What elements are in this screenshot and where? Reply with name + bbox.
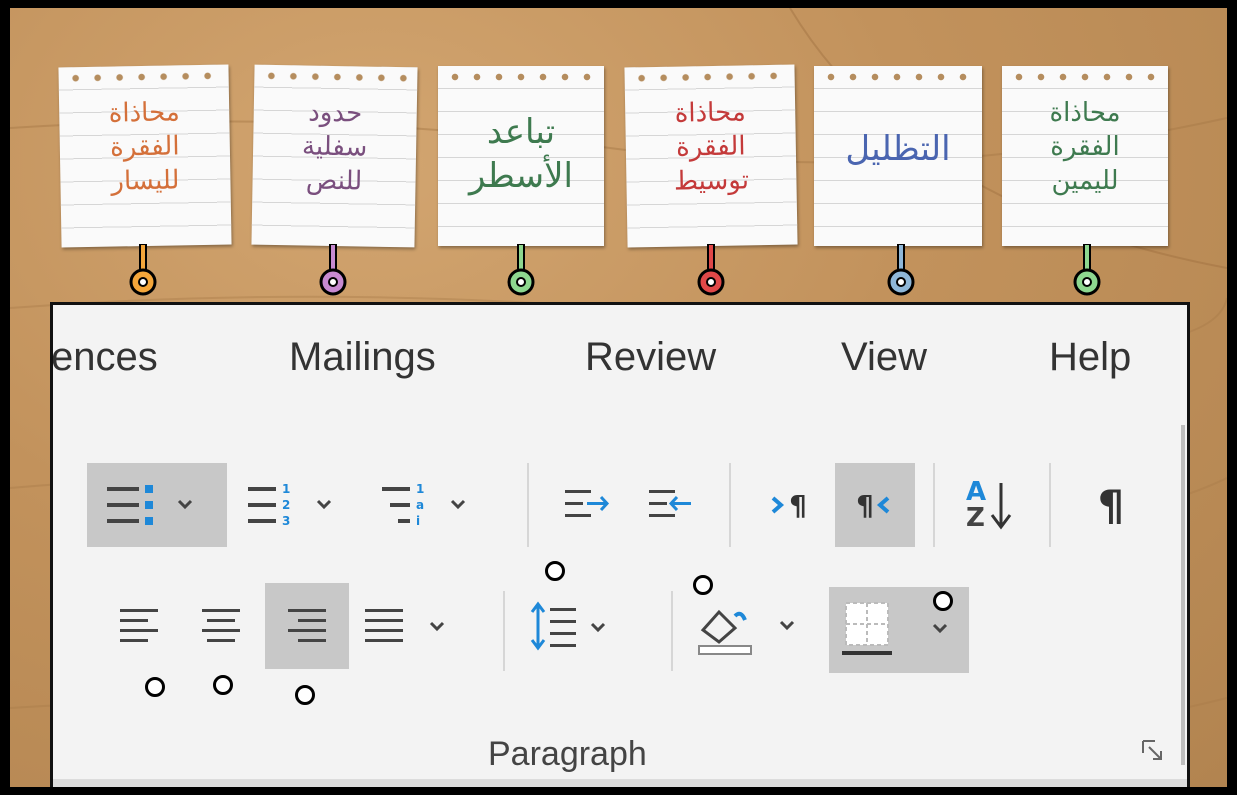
note-holes	[1008, 72, 1162, 82]
pin-red	[697, 244, 725, 296]
separator	[933, 463, 935, 547]
note-holes	[260, 70, 412, 84]
ribbon-scrollbar[interactable]	[1181, 425, 1185, 765]
note-holes	[630, 70, 789, 84]
line-spacing-button[interactable]	[519, 583, 629, 669]
separator	[729, 463, 731, 547]
sort-a-label: A	[965, 477, 987, 507]
annotation-ring	[213, 675, 233, 695]
pin-orange	[129, 244, 157, 296]
note-align-right: محاذاة الفقرة لليمين	[1002, 66, 1168, 246]
line-spacing-icon	[530, 601, 606, 651]
show-hide-marks-button[interactable]: ¶	[1071, 463, 1151, 547]
pin-green-2	[1073, 244, 1101, 296]
note-line-spacing: تباعد الأسطر	[438, 66, 604, 246]
annotation-ring	[933, 591, 953, 611]
multilevel-list-button[interactable]: 1 a i	[373, 463, 493, 547]
bullets-button[interactable]	[87, 463, 227, 547]
note-label: التظليل	[845, 129, 951, 169]
note-label: تباعد الأسطر	[469, 112, 573, 196]
align-left-icon	[120, 609, 158, 642]
justify-button[interactable]	[353, 583, 465, 669]
numbering-button[interactable]: 1 2 3	[239, 463, 359, 547]
bullets-icon	[107, 485, 193, 525]
multilevel-list-icon: 1 a i	[382, 482, 466, 528]
separator	[503, 591, 505, 671]
svg-text:i: i	[416, 514, 420, 528]
tab-references[interactable]: ences	[53, 335, 158, 380]
justify-icon	[365, 609, 445, 642]
annotation-ring	[145, 677, 165, 697]
pin-green	[507, 244, 535, 296]
annotation-ring	[545, 561, 565, 581]
svg-text:3: 3	[282, 514, 290, 528]
dialog-launcher-icon[interactable]	[1141, 739, 1165, 763]
center-button[interactable]	[181, 583, 261, 669]
annotation-ring	[295, 685, 315, 705]
note-holes	[64, 70, 223, 84]
tab-mailings[interactable]: Mailings	[289, 335, 436, 380]
sort-z-label: Z	[965, 503, 985, 533]
svg-text:a: a	[416, 498, 424, 512]
pin-purple	[319, 244, 347, 296]
wooden-background: محاذاة الفقرة لليسار حدود سفلية للنص تبا…	[10, 8, 1227, 787]
svg-text:1: 1	[416, 482, 424, 496]
align-right-button[interactable]	[265, 583, 349, 669]
tab-help[interactable]: Help	[1049, 335, 1131, 380]
paragraph-group-label: Paragraph	[488, 735, 647, 773]
note-label: حدود سفلية للنص	[301, 97, 368, 197]
ribbon-bottom-edge	[53, 779, 1187, 787]
increase-indent-button[interactable]	[631, 463, 711, 547]
align-right-icon	[288, 609, 326, 642]
note-label: محاذاة الفقرة لليمين	[1049, 98, 1121, 196]
note-center: محاذاة الفقرة توسيط	[624, 64, 798, 248]
right-to-left-button[interactable]: ¶	[835, 463, 915, 547]
note-label: محاذاة الفقرة توسيط	[673, 97, 750, 197]
separator	[1049, 463, 1051, 547]
decrease-indent-button[interactable]	[547, 463, 627, 547]
note-shading: التظليل	[814, 66, 982, 246]
annotation-ring	[693, 575, 713, 595]
align-left-button[interactable]	[99, 583, 179, 669]
note-bottom-border: حدود سفلية للنص	[251, 64, 418, 248]
separator	[671, 591, 673, 671]
svg-text:2: 2	[282, 498, 290, 512]
center-icon	[202, 609, 240, 642]
show-hide-marks-icon: ¶	[1097, 480, 1125, 530]
tab-review[interactable]: Review	[585, 335, 716, 380]
shading-icon	[698, 609, 795, 655]
note-holes	[444, 72, 598, 82]
pin-blue	[887, 244, 915, 296]
right-to-left-icon	[876, 496, 890, 514]
note-align-left: محاذاة الفقرة لليسار	[58, 64, 232, 248]
sort-button[interactable]: A Z	[949, 463, 1033, 547]
note-label: محاذاة الفقرة لليسار	[108, 97, 181, 197]
ribbon-panel: ences Mailings Review View Help 1 2 3 1 …	[50, 302, 1190, 787]
increase-indent-icon	[649, 490, 691, 517]
note-holes	[820, 72, 976, 82]
rtl-mark: ¶	[856, 488, 874, 522]
left-to-right-button[interactable]: ¶	[747, 463, 825, 547]
sort-icon	[990, 483, 1012, 530]
numbering-icon: 1 2 3	[248, 482, 332, 528]
separator	[527, 463, 529, 547]
ltr-mark: ¶	[789, 488, 807, 522]
sort-letters: A Z	[966, 479, 986, 531]
tab-view[interactable]: View	[841, 335, 927, 380]
paragraph-group: 1 2 3 1 a i ¶ ¶ A Z ¶ Paragraph	[53, 425, 1173, 785]
shading-button[interactable]	[689, 583, 813, 669]
svg-text:1: 1	[282, 482, 290, 496]
decrease-indent-icon	[565, 490, 610, 517]
